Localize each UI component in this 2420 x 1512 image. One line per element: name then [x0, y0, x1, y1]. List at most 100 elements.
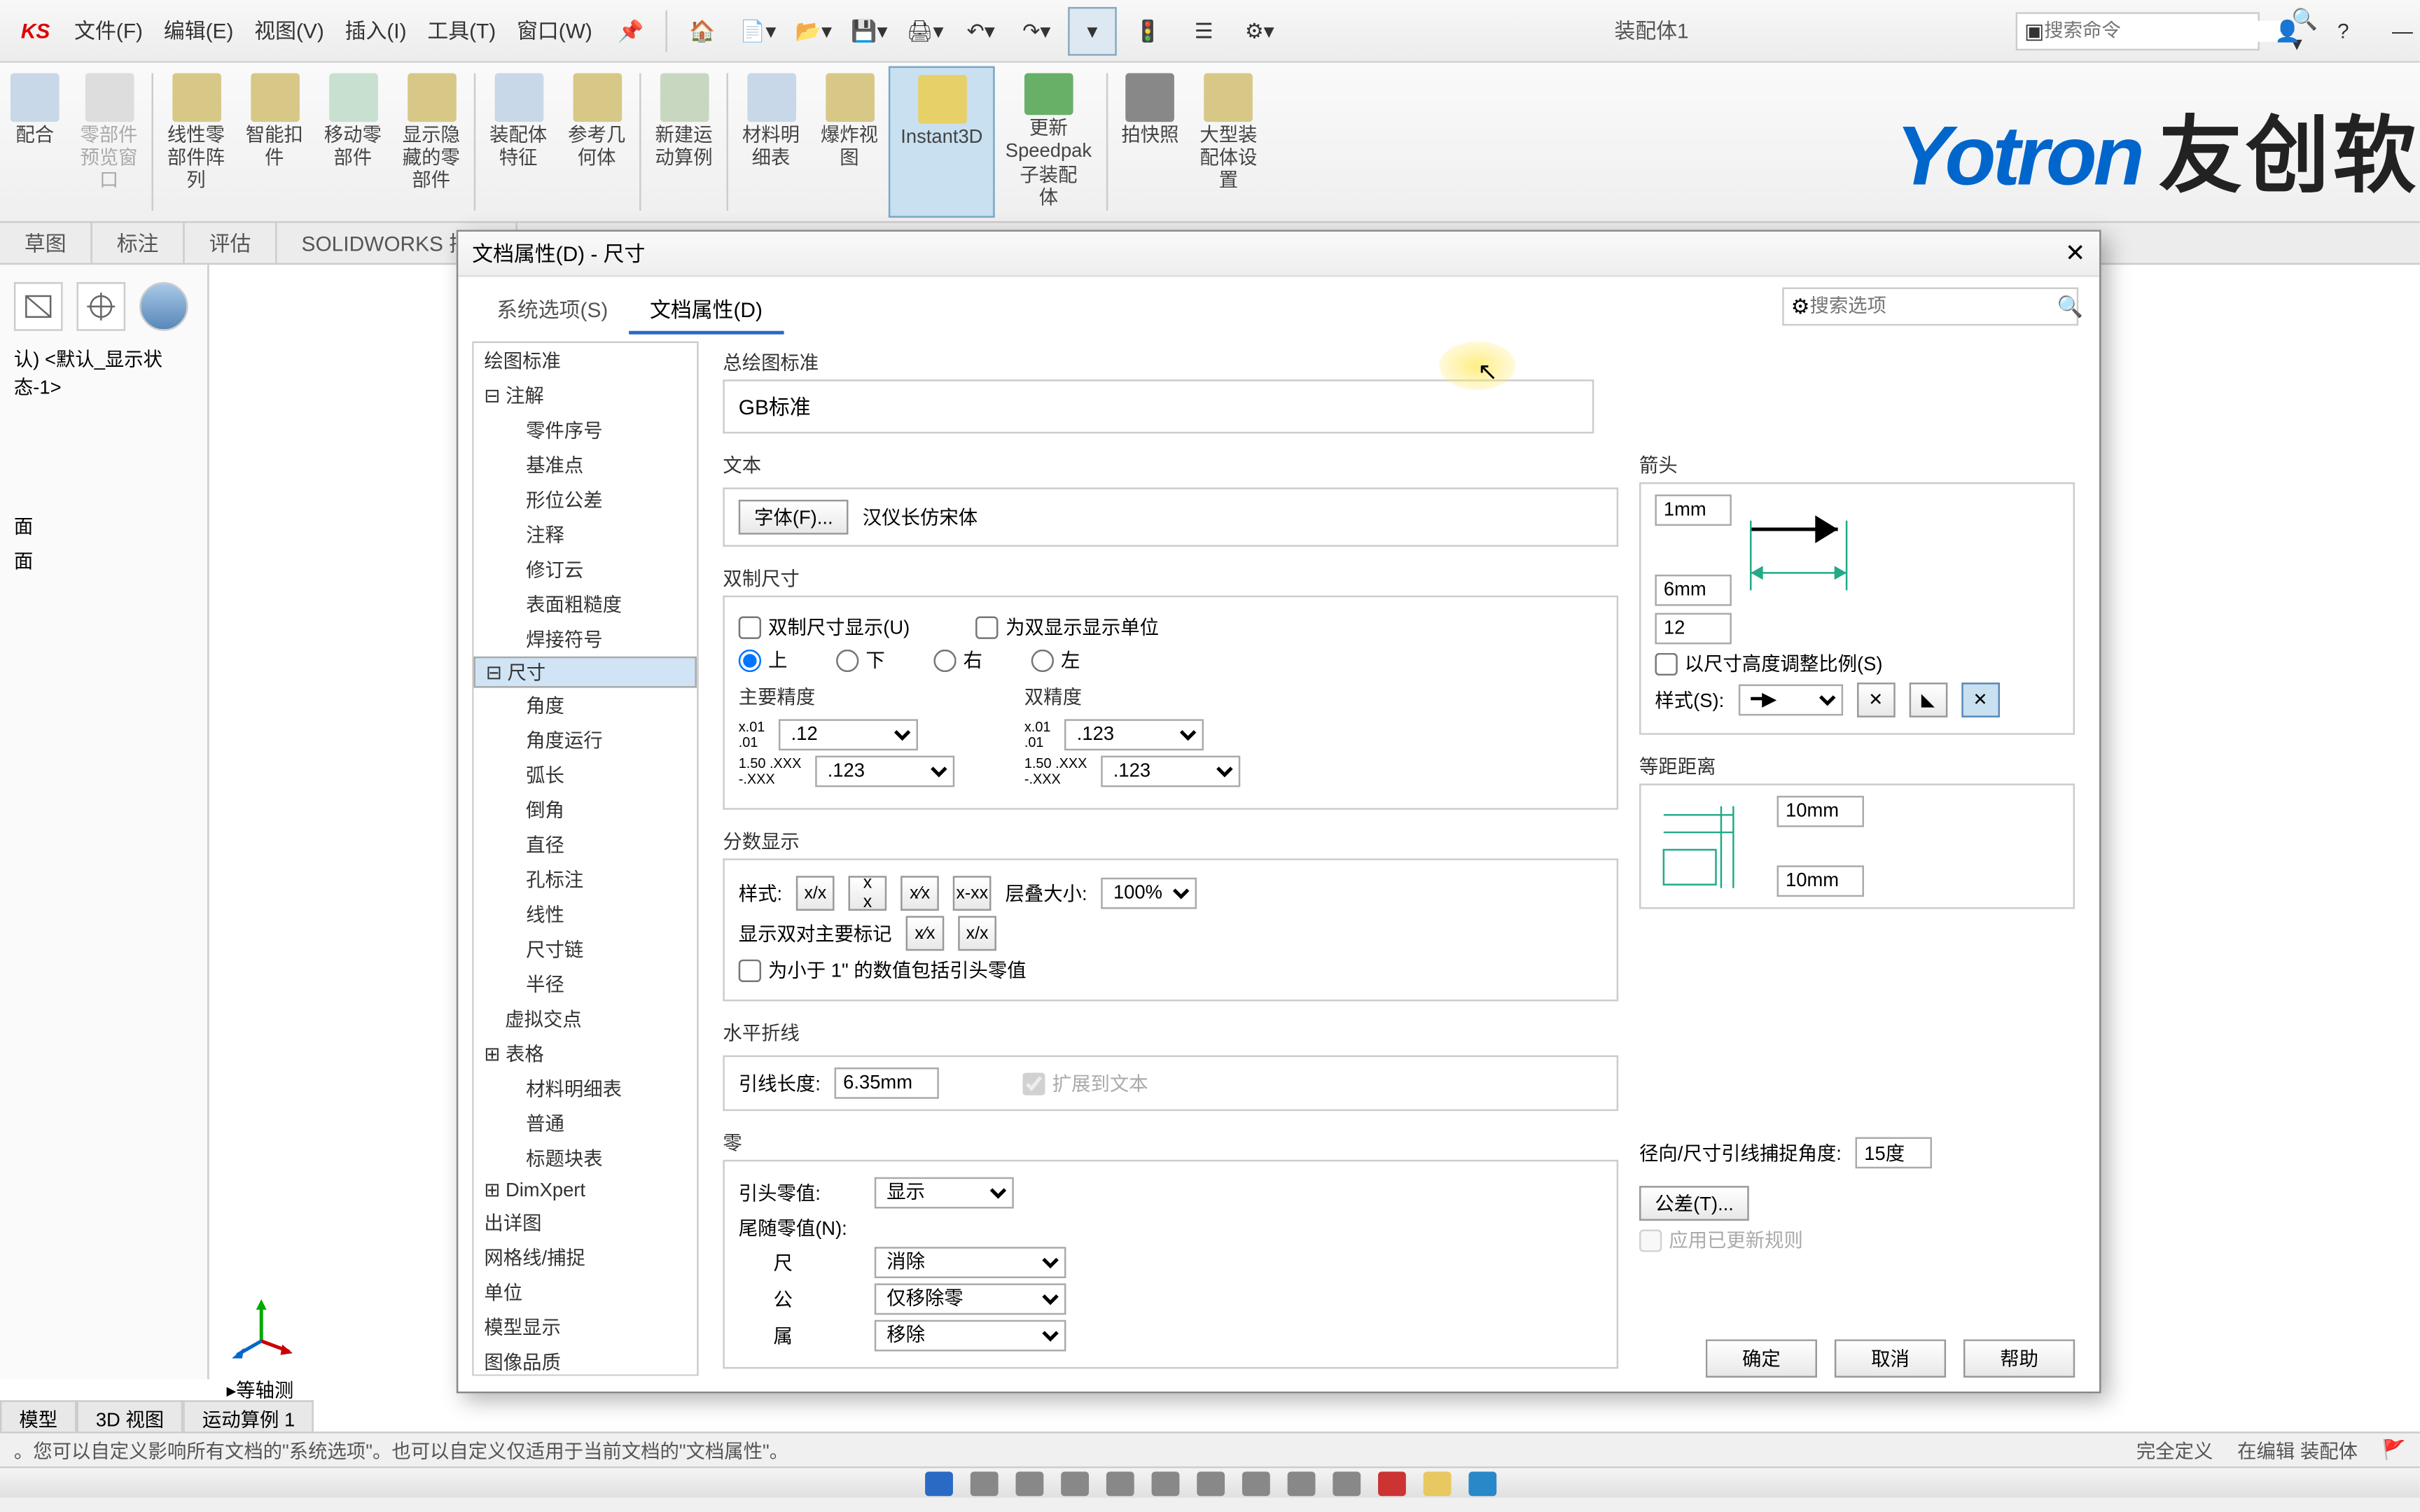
tree-item[interactable]: ⊟ 尺寸 [474, 657, 697, 688]
menu-edit[interactable]: 编辑(E) [153, 8, 244, 52]
rebuild-icon[interactable]: 🚦 [1124, 6, 1173, 55]
taskbar-app-8[interactable] [1332, 1471, 1360, 1495]
ribbon-assembly-features[interactable]: 装配体 特征 [479, 66, 557, 218]
tree-item[interactable]: 普通 [474, 1106, 697, 1141]
taskbar-app-2[interactable] [1060, 1471, 1088, 1495]
user-icon[interactable]: 👤 [2263, 6, 2312, 55]
chk-dual-units[interactable]: 为双显示显示单位 [976, 613, 1159, 641]
tree-item[interactable]: ⊞ 表格 [474, 1036, 697, 1071]
pin-icon[interactable]: 📌 [606, 6, 655, 55]
menu-file[interactable]: 文件(F) [64, 8, 153, 52]
ribbon-smart-fastener[interactable]: 智能扣 件 [235, 66, 314, 218]
fraction-style-3[interactable]: x⁄x [900, 876, 939, 911]
print-icon[interactable]: 🖨▾ [900, 6, 950, 55]
tab-evaluate[interactable]: 评估 [185, 223, 277, 262]
radio-bottom[interactable]: 下 [836, 646, 885, 674]
taskbar-edge-icon[interactable] [1468, 1471, 1496, 1495]
tree-item[interactable]: 基准点 [474, 447, 697, 482]
section-view-icon[interactable] [14, 282, 63, 331]
tab-3d-view[interactable]: 3D 视图 [76, 1400, 183, 1432]
help-icon[interactable]: ? [2319, 6, 2368, 55]
taskbar-start-icon[interactable] [924, 1471, 952, 1495]
tree-item[interactable]: 角度运行 [474, 723, 697, 758]
trailing-attr-select[interactable]: 移除 [875, 1320, 1066, 1352]
display-state[interactable]: 认) <默认_显示状态-1> [7, 342, 200, 405]
leader-length-input[interactable] [835, 1068, 939, 1099]
tree-item[interactable]: 形位公差 [474, 482, 697, 517]
radio-top[interactable]: 上 [739, 646, 788, 674]
menu-view[interactable]: 视图(V) [244, 8, 334, 52]
tab-motion-study[interactable]: 运动算例 1 [183, 1400, 314, 1432]
tree-item[interactable]: 虚拟交点 [474, 1002, 697, 1037]
tree-item[interactable]: 焊接符号 [474, 622, 697, 657]
offset-dist-2[interactable] [1777, 866, 1864, 897]
tab-sketch[interactable]: 草图 [0, 223, 92, 262]
taskbar-app-7[interactable] [1286, 1471, 1314, 1495]
tab-annotate[interactable]: 标注 [92, 223, 185, 262]
ribbon-reference-geometry[interactable]: 参考几 何体 [557, 66, 636, 218]
tree-item[interactable]: 网格线/捕捉 [474, 1240, 697, 1275]
tree-item[interactable]: ⊟ 注解 [474, 378, 697, 413]
minimize-icon[interactable]: — [2392, 18, 2413, 43]
taskbar-app-6[interactable] [1242, 1471, 1270, 1495]
tab-model[interactable]: 模型 [0, 1400, 76, 1432]
tab-system-options[interactable]: 系统选项(S) [475, 288, 629, 335]
tree-item[interactable]: 修订云 [474, 552, 697, 587]
tab-document-properties[interactable]: 文档属性(D) [629, 288, 784, 335]
tree-item[interactable]: 半径 [474, 967, 697, 1002]
menu-tools[interactable]: 工具(T) [417, 8, 506, 52]
tree-item[interactable]: 孔标注 [474, 862, 697, 897]
fraction-style-1[interactable]: x/x [796, 876, 835, 911]
arrow-attach-3[interactable]: ✕ [1961, 682, 2000, 718]
fraction-style-4[interactable]: x-xx [953, 876, 992, 911]
ribbon-move-component[interactable]: 移动零 部件 [314, 66, 392, 218]
trailing-dim-select[interactable]: 消除 [875, 1247, 1066, 1278]
save-icon[interactable]: 💾▾ [845, 6, 894, 55]
undo-icon[interactable]: ↶▾ [957, 6, 1006, 55]
taskbar-app-5[interactable] [1196, 1471, 1224, 1495]
options-search-input[interactable] [1809, 296, 2057, 317]
radio-left[interactable]: 左 [1031, 646, 1080, 674]
close-icon[interactable]: ✕ [2065, 239, 2085, 268]
dual-mark-1[interactable]: x⁄x [906, 916, 945, 951]
tree-item[interactable]: 标题块表 [474, 1141, 697, 1176]
dual-mark-2[interactable]: x/x [958, 916, 996, 951]
arrow-size-1[interactable] [1655, 495, 1732, 526]
tree-item[interactable]: 绘图标准 [474, 343, 697, 378]
tree-item[interactable]: 出详图 [474, 1205, 697, 1240]
settings-icon[interactable]: ⚙▾ [1235, 6, 1284, 55]
ribbon-bom[interactable]: 材料明 细表 [732, 66, 810, 218]
menu-insert[interactable]: 插入(I) [335, 8, 417, 52]
category-tree[interactable]: 绘图标准⊟ 注解零件序号基准点形位公差注释修订云表面粗糙度焊接符号⊟ 尺寸角度角… [472, 342, 698, 1376]
tree-item[interactable]: 线性 [474, 897, 697, 932]
ribbon-instant3d[interactable]: Instant3D [889, 66, 995, 218]
search-command-input[interactable] [2044, 20, 2291, 41]
search-command[interactable]: ▣ 🔍▾ [2016, 11, 2260, 50]
ribbon-update-speedpak[interactable]: 更新 Speedpak 子装配 体 [995, 66, 1102, 218]
home-icon[interactable]: 🏠 [678, 6, 727, 55]
ribbon-snapshot[interactable]: 拍快照 [1111, 66, 1189, 218]
tree-item[interactable]: ⊞ DimXpert [474, 1175, 697, 1205]
redo-icon[interactable]: ↷▾ [1012, 6, 1061, 55]
help-button[interactable]: 帮助 [1963, 1339, 2075, 1378]
tree-item[interactable]: 图像品质 [474, 1345, 697, 1376]
chk-dual-display[interactable]: 双制尺寸显示(U) [739, 613, 910, 641]
arrow-size-3[interactable] [1655, 613, 1732, 645]
stack-size-select[interactable]: 100% [1101, 878, 1197, 909]
primary-precision-2[interactable]: .123 [815, 756, 954, 788]
chk-scale-by-height[interactable]: 以尺寸高度调整比例(S) [1655, 650, 2059, 678]
menu-window[interactable]: 窗口(W) [506, 8, 603, 52]
options-search[interactable]: ⚙ 🔍 [1782, 288, 2078, 326]
taskbar-search-icon[interactable] [970, 1471, 998, 1495]
tree-item[interactable]: 表面粗糙度 [474, 587, 697, 622]
tree-face-1[interactable]: 面 [7, 508, 200, 543]
font-button[interactable]: 字体(F)... [739, 500, 849, 535]
arrow-attach-2[interactable]: ◣ [1909, 682, 1947, 718]
dual-precision-1[interactable]: .123 [1065, 720, 1204, 751]
tree-item[interactable]: 零件序号 [474, 413, 697, 448]
ok-button[interactable]: 确定 [1706, 1339, 1817, 1378]
taskbar-app-4[interactable] [1150, 1471, 1178, 1495]
radial-angle-input[interactable] [1856, 1138, 1932, 1169]
arrow-attach-1[interactable]: ✕ [1857, 682, 1896, 718]
arrow-style-select[interactable]: ━▶ [1738, 685, 1842, 716]
